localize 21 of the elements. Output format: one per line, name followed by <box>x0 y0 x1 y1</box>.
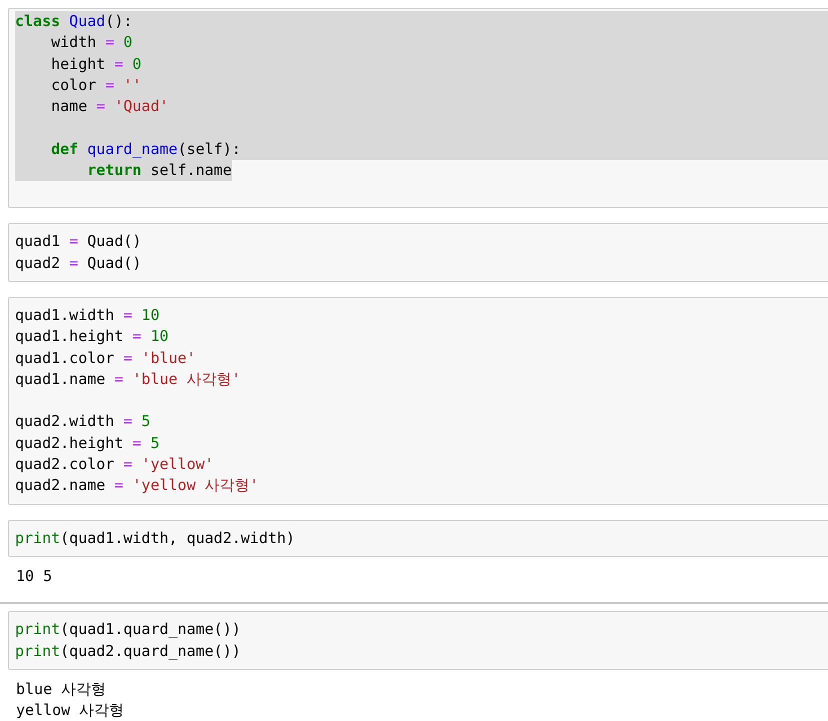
output-line: 10 5 <box>16 566 52 587</box>
code-line: quad1.name = 'blue 사각형' <box>15 368 241 390</box>
code-line: quad1.color = 'blue' <box>15 348 196 369</box>
output-line: yellow 사각형 <box>16 700 124 721</box>
code-line: print(quad1.quard_name()) <box>15 619 241 640</box>
code-cell[interactable]: print(quad1.width, quad2.width) <box>8 520 828 557</box>
code-line: print(quad2.quard_name()) <box>15 640 241 662</box>
code-line: quad1.height = 10 <box>15 326 169 348</box>
code-cell[interactable]: class Quad(): width = 0 height = 0 color = '' name = 'Quad' def quard_name(self): return self.name <box>8 8 828 208</box>
code-line: print(quad1.width, quad2.width) <box>15 528 295 549</box>
code-line: quad2.width = 5 <box>15 411 150 432</box>
code-line: quad2.color = 'yellow' <box>15 454 214 476</box>
output-line: blue 사각형 <box>16 678 106 700</box>
code-cell[interactable]: quad1 = Quad() quad2 = Quad() <box>8 223 828 282</box>
code-line: quad2.height = 5 <box>15 432 160 454</box>
code-line: quad2.name = 'yellow 사각형' <box>15 475 259 496</box>
code-cell[interactable]: print(quad1.quard_name()) print(quad2.quard_name()) <box>8 611 828 670</box>
code-line: quad2 = Quad() <box>15 252 142 274</box>
code-cell[interactable]: quad1.width = 10 quad1.height = 10 quad1.color = 'blue' quad1.name = 'blue 사각형' quad2.width = 5 quad2.height = 5 quad2.color = 'yellow' quad2.name = 'yellow 사각형' <box>8 296 828 505</box>
code-line: quad1 = Quad() <box>15 231 142 252</box>
code-line: quad1.width = 10 <box>15 304 160 326</box>
